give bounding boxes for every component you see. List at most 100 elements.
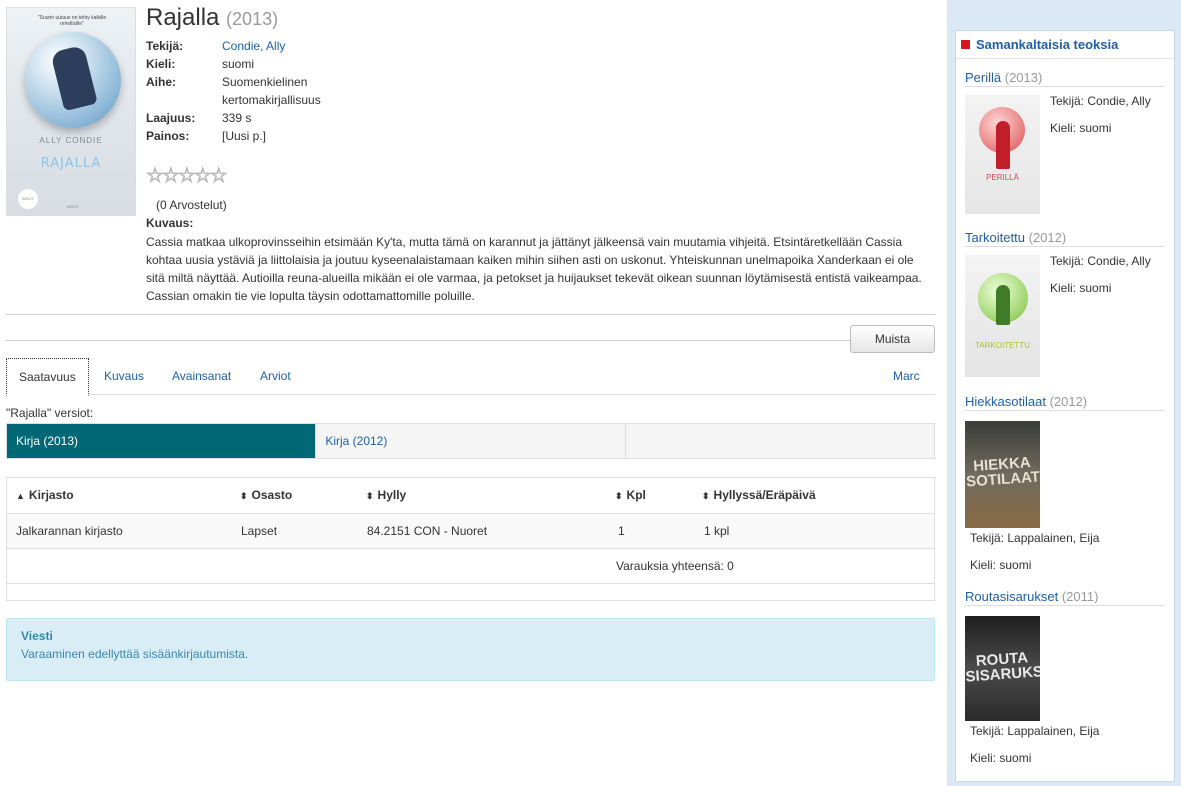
sort-icon: ⬍ (240, 491, 248, 501)
panel-title: Samankaltaisia teoksia (976, 37, 1119, 52)
version-item-2012[interactable]: Kirja (2012) (316, 424, 626, 458)
tab-kuvaus[interactable]: Kuvaus (104, 358, 144, 395)
similar-item: Tarkoitettu (2012) TARKOITETTU Tekijä: C… (965, 230, 1165, 377)
column-label: Hyllyssä/Eräpäivä (713, 488, 816, 502)
cell-kpl: 1 (618, 524, 625, 538)
meta-key: Painos: (146, 129, 190, 143)
cover-author: ALLY CONDIE (39, 136, 103, 145)
description-text: Cassia matkaa ulkoprovinsseihin etsimään… (146, 235, 922, 303)
tab-marc[interactable]: Marc (893, 358, 920, 395)
divider (6, 314, 935, 315)
holdings-table: ▲ Kirjasto ⬍ Osasto ⬍ Hylly ⬍ Kpl ⬍ Hyllyssä/… (6, 477, 935, 601)
sort-asc-icon: ▲ (16, 491, 25, 501)
meta-row-extent: Laajuus: 339 s (146, 109, 446, 127)
similar-item-heading: Hiekkasotilaat (2012) (965, 394, 1165, 411)
similar-item-info: Tekijä: Lappalainen, Eija Kieli: suomi (965, 722, 1165, 767)
similar-item-title-link[interactable]: Perillä (965, 70, 1001, 85)
rating-stars-icon[interactable]: ☆☆☆☆☆ (146, 163, 229, 188)
tab-saatavuus[interactable]: Saatavuus (6, 358, 89, 396)
column-header-hylly[interactable]: ⬍ Hylly (366, 478, 406, 514)
cover-text: ROUTA SISARUKSET (965, 649, 1040, 686)
similar-item-info: Tekijä: Condie, Ally Kieli: suomi (1050, 252, 1151, 306)
similar-item-heading: Routasisarukset (2011) (965, 589, 1165, 606)
similar-works-panel: Samankaltaisia teoksia Perillä (2013) PE… (955, 30, 1175, 782)
similar-item-year: (2013) (1004, 70, 1043, 85)
ratings-count: (0 Arvostelut) (156, 198, 227, 212)
column-header-kpl[interactable]: ⬍ Kpl (615, 478, 646, 514)
column-header-hyllyssa[interactable]: ⬍ Hyllyssä/Eräpäivä (702, 478, 816, 514)
cover-title: RAJALLA (40, 156, 102, 171)
similar-item-language: Kieli: suomi (970, 558, 1032, 572)
meta-row-author: Tekijä: Condie, Ally (146, 37, 446, 55)
similar-item-heading: Perillä (2013) (965, 70, 1165, 87)
similar-item-info: Tekijä: Condie, Ally Kieli: suomi (1050, 92, 1151, 146)
tab-avainsanat[interactable]: Avainsanat (172, 358, 231, 395)
similar-item: Perillä (2013) PERILLÄ Tekijä: Condie, A… (965, 70, 1165, 214)
versions-label: "Rajalla" versiot: (6, 406, 94, 420)
info-alert: Viesti Varaaminen edellyttää sisäänkirja… (6, 618, 935, 681)
meta-value: [Uusi p.] (222, 129, 267, 143)
similar-item-author: Tekijä: Lappalainen, Eija (970, 531, 1100, 545)
similar-item-heading: Tarkoitettu (2012) (965, 230, 1165, 247)
book-year: (2013) (226, 9, 279, 29)
similar-item-year: (2012) (1049, 394, 1088, 409)
cover-figure-art (996, 121, 1010, 169)
cell-hylly: 84.2151 CON - Nuoret (367, 524, 488, 538)
meta-row-edition: Painos: [Uusi p.] (146, 127, 446, 145)
red-square-icon (961, 40, 970, 49)
sort-icon: ⬍ (366, 491, 374, 501)
table-row-empty (7, 584, 934, 600)
similar-item-author: Tekijä: Lappalainen, Eija (970, 724, 1100, 738)
similar-item: Hiekkasotilaat (2012) HIEKKA SOTILAAT Te… (965, 394, 1165, 583)
cover-text: PERILLÄ (986, 173, 1019, 182)
similar-item-cover[interactable]: TARKOITETTU (965, 255, 1040, 377)
similar-item-cover[interactable]: HIEKKA SOTILAAT (965, 421, 1040, 528)
record-tabs: Saatavuus Kuvaus Avainsanat Arviot Marc (6, 358, 935, 396)
description-label: Kuvaus: (146, 216, 194, 230)
table-header: ▲ Kirjasto ⬍ Osasto ⬍ Hylly ⬍ Kpl ⬍ Hyllyssä/… (7, 478, 934, 514)
cell-osasto: Lapset (241, 524, 278, 538)
sort-icon: ⬍ (615, 491, 623, 501)
similar-item: Routasisarukset (2011) ROUTA SISARUKSET … (965, 589, 1165, 776)
column-label: Osasto (251, 488, 293, 502)
meta-key: Aihe: (146, 75, 176, 89)
versions-bar: Kirja (2013) Kirja (2012) (6, 423, 935, 459)
meta-row-subject: Aihe: Suomenkielinen kertomakirjallisuus (146, 73, 446, 109)
book-title: Rajalla (146, 4, 220, 31)
author-link[interactable]: Condie, Ally (222, 37, 446, 55)
similar-item-cover[interactable]: PERILLÄ (965, 95, 1040, 214)
column-header-osasto[interactable]: ⬍ Osasto (240, 478, 292, 514)
similar-item-language: Kieli: suomi (970, 751, 1032, 765)
panel-header: Samankaltaisia teoksia (956, 31, 1174, 59)
meta-value: Suomenkielinen kertomakirjallisuus (222, 75, 321, 107)
meta-value: suomi (222, 57, 255, 71)
book-cover-image[interactable]: "Suurin uutuus on tehty kaikille rehelli… (6, 7, 136, 216)
similar-item-title-link[interactable]: Routasisarukset (965, 589, 1058, 604)
similar-item-title-link[interactable]: Hiekkasotilaat (965, 394, 1046, 409)
main-content: "Suurin uutuus on tehty kaikille rehelli… (0, 0, 945, 786)
column-label: Kirjasto (28, 488, 74, 502)
tab-arviot[interactable]: Arviot (260, 358, 291, 395)
cover-text: TARKOITETTU (975, 341, 1030, 350)
cover-publisher: WSOY (67, 204, 80, 209)
remember-button[interactable]: Muista (850, 325, 935, 353)
reservations-total: Varauksia yhteensä: 0 (616, 559, 734, 573)
cover-figure-art (996, 285, 1010, 325)
cover-text: HIEKKA SOTILAAT (965, 454, 1040, 491)
column-label: Kpl (626, 488, 646, 502)
similar-item-info: Tekijä: Lappalainen, Eija Kieli: suomi (965, 529, 1165, 574)
version-item-2013[interactable]: Kirja (2013) (7, 424, 317, 458)
similar-item-author: Tekijä: Condie, Ally (1050, 254, 1151, 268)
page-title: Rajalla (2013) (146, 4, 278, 32)
meta-value: 339 s (222, 111, 252, 125)
column-header-kirjasto[interactable]: ▲ Kirjasto (16, 478, 74, 514)
table-row-reservations: Varauksia yhteensä: 0 (7, 549, 934, 584)
divider (6, 340, 851, 341)
table-row: Jalkarannan kirjasto Lapset 84.2151 CON … (7, 514, 934, 549)
similar-item-year: (2011) (1061, 589, 1099, 604)
similar-item-cover[interactable]: ROUTA SISARUKSET (965, 616, 1040, 721)
alert-message: Varaaminen edellyttää sisäänkirjautumist… (21, 647, 249, 661)
similar-item-title-link[interactable]: Tarkoitettu (965, 230, 1025, 245)
similar-item-author: Tekijä: Condie, Ally (1050, 94, 1151, 108)
sort-icon: ⬍ (702, 491, 710, 501)
